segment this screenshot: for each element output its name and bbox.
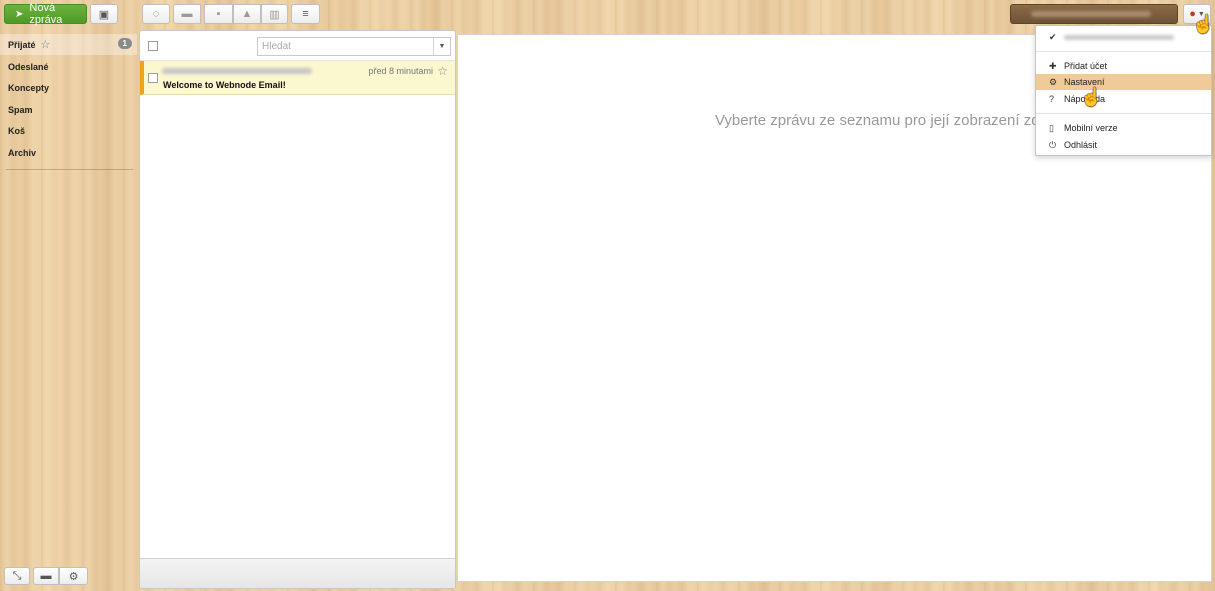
refresh-icon: ◌ [152, 8, 160, 20]
menu-item-label: Nastavení [1064, 77, 1105, 87]
sidebar-item-sent[interactable]: Odeslané [0, 56, 137, 77]
archive-box-icon: ▪ [216, 8, 221, 20]
account-email-bar [1010, 4, 1178, 24]
gear-icon: ⚙ [1049, 76, 1058, 87]
menu-item-mobile[interactable]: ▯ Mobilní verze [1036, 120, 1211, 136]
hamburger-menu-icon: ≡ [302, 8, 309, 20]
menu-item-settings[interactable]: ⚙ Nastavení [1036, 74, 1211, 90]
search-options-button[interactable]: ▼ [433, 38, 450, 55]
sidebar-item-trash[interactable]: Koš [0, 120, 137, 141]
checkmark-icon: ✔ [1049, 31, 1057, 42]
search-input[interactable] [258, 38, 428, 55]
archive-button[interactable]: ▪ [204, 4, 233, 24]
menu-item-label: Přidat účet [1064, 61, 1108, 71]
hand-cursor-icon: ☝ [1192, 14, 1215, 34]
search-box: ▼ [257, 37, 451, 56]
message-subject: Welcome to Webnode Email! [163, 80, 286, 90]
contact-card-icon: ▣ [98, 8, 110, 21]
sidebar-item-label: Spam [8, 104, 33, 115]
star-icon[interactable]: ☆ [41, 38, 51, 51]
sidebar-item-spam[interactable]: Spam [0, 99, 137, 120]
unread-count-badge: 1 [117, 38, 132, 49]
folder-settings-button[interactable]: ⚙ [59, 567, 88, 585]
folder-plus-icon: ▬ [40, 570, 52, 582]
message-list-header: ▼ [140, 31, 455, 61]
chevron-down-icon: ▼ [438, 43, 446, 50]
trash-icon: ▥ [269, 8, 280, 21]
sidebar-item-drafts[interactable]: Koncepty [0, 77, 137, 98]
menu-item-help[interactable]: ? Nápověda [1036, 91, 1211, 107]
account-email-redacted [1031, 11, 1151, 17]
delete-button[interactable]: ▥ [261, 4, 288, 24]
message-list: ▼ před 8 minutami ☆ Welcome to Webnode E… [139, 30, 456, 589]
sidebar-item-label: Archiv [8, 147, 37, 158]
star-icon[interactable]: ☆ [437, 64, 448, 78]
collapse-sidebar-button[interactable]: ⤡ [4, 567, 30, 585]
hand-cursor-icon: ☝ [1080, 87, 1103, 107]
more-actions-button[interactable]: ≡ [291, 4, 320, 24]
select-all-checkbox[interactable] [148, 41, 158, 51]
move-button[interactable]: ▬ [173, 4, 201, 24]
message-row-unread[interactable]: před 8 minutami ☆ Welcome to Webnode Ema… [140, 61, 455, 95]
sidebar-item-label: Koncepty [8, 82, 50, 93]
folder-icon: ▬ [181, 8, 193, 20]
sidebar-item-archive[interactable]: Archiv [0, 142, 137, 163]
help-icon: ? [1049, 94, 1055, 104]
plus-icon: ✚ [1049, 60, 1057, 71]
sidebar-item-label: Koš [8, 125, 26, 136]
menu-item-label: Mobilní verze [1064, 123, 1118, 133]
message-sender-redacted [162, 68, 312, 74]
sidebar-item-label: Přijaté [8, 39, 36, 50]
message-checkbox[interactable] [148, 73, 158, 83]
contacts-button[interactable]: ▣ [90, 4, 118, 24]
gear-icon: ⚙ [68, 570, 79, 583]
menu-item-label: Odhlásit [1064, 140, 1098, 150]
current-account-redacted [1064, 34, 1174, 40]
new-message-button[interactable]: ➤ Nová zpráva [4, 2, 87, 26]
menu-item-logout[interactable]: ⏻ Odhlásit [1036, 137, 1211, 153]
mobile-phone-icon: ▯ [1049, 122, 1054, 133]
sidebar-item-inbox[interactable]: Přijaté ☆ 1 [0, 34, 137, 55]
paper-plane-icon: ➤ [15, 8, 24, 20]
message-time: před 8 minutami [368, 66, 433, 76]
account-dropdown-menu: ✔ ✚ Přidat účet ⚙ Nastavení ? Nápověda ▯… [1035, 25, 1212, 156]
message-list-footer [140, 558, 455, 588]
power-icon: ⏻ [1049, 139, 1057, 150]
spam-button[interactable]: ▲ [233, 4, 261, 24]
add-folder-button[interactable]: ▬ [33, 567, 59, 585]
warning-icon: ▲ [241, 8, 253, 20]
refresh-button[interactable]: ◌ [142, 4, 170, 24]
menu-item-current-account[interactable]: ✔ [1036, 29, 1211, 45]
compress-icon: ⤡ [12, 569, 22, 582]
new-message-label: Nová zpráva [29, 2, 63, 26]
sidebar-item-label: Odeslané [8, 61, 49, 72]
menu-item-add-account[interactable]: ✚ Přidat účet [1036, 58, 1211, 74]
menu-divider [1036, 51, 1211, 52]
sidebar-divider [6, 169, 133, 170]
menu-divider [1036, 113, 1211, 114]
